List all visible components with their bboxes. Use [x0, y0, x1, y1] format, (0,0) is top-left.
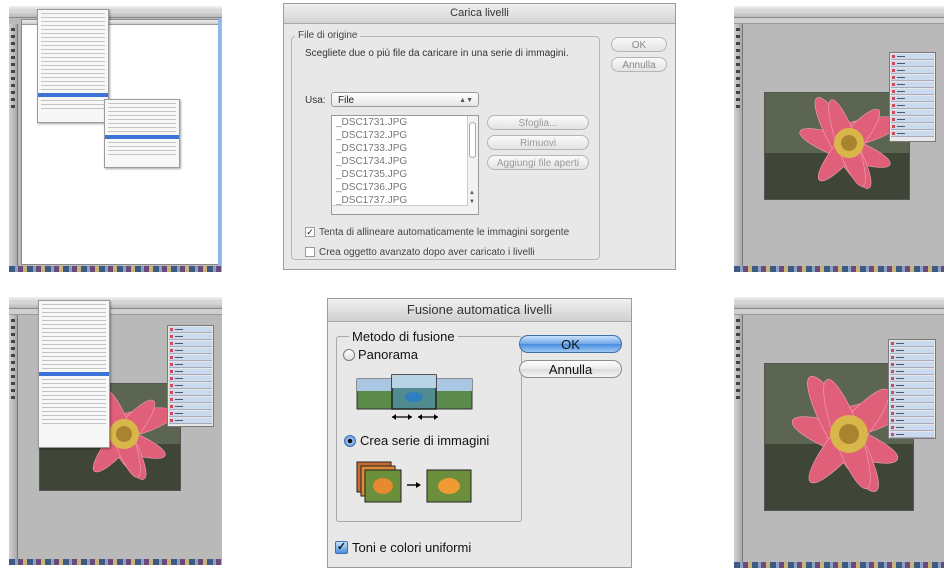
file-list[interactable]: _DSC1731.JPG _DSC1732.JPG _DSC1733.JPG _… [331, 115, 479, 215]
blend-method-legend: Metodo di fusione [349, 329, 458, 344]
file-list-item[interactable]: _DSC1733.JPG [332, 142, 478, 155]
use-select[interactable]: File ▲▼ [331, 92, 479, 107]
file-list-item[interactable]: _DSC1734.JPG [332, 155, 478, 168]
layers-panel[interactable] [167, 325, 214, 427]
seamless-tones-checkbox[interactable]: ✓ [335, 541, 348, 554]
source-files-legend: File di origine [295, 30, 361, 41]
panorama-label: Panorama [358, 347, 418, 362]
ok-button[interactable]: OK [519, 335, 622, 353]
stack-images-radio[interactable] [344, 435, 356, 447]
auto-align-checkbox[interactable]: ✓ [305, 227, 315, 237]
cancel-button[interactable]: Annulla [611, 57, 667, 72]
add-open-files-button[interactable]: Aggiungi file aperti [487, 155, 589, 170]
scroll-up-icon[interactable]: ▲ [469, 190, 475, 196]
stack-illustration-icon [355, 460, 475, 508]
tools-panel[interactable] [734, 315, 743, 562]
options-bar [734, 11, 944, 18]
panorama-radio[interactable] [343, 349, 355, 361]
smart-object-checkbox[interactable] [305, 247, 315, 257]
use-select-value: File [338, 95, 355, 106]
checkmark-icon: ✓ [306, 227, 314, 237]
remove-button[interactable]: Rimuovi [487, 135, 589, 150]
file-menu-dropdown[interactable] [37, 9, 109, 123]
dock[interactable] [9, 266, 222, 272]
screenshot-scripts-menu [9, 6, 222, 272]
dock[interactable] [9, 559, 222, 565]
screenshot-blended-result [734, 297, 944, 568]
checkmark-icon: ✓ [336, 541, 347, 553]
panorama-illustration-icon [356, 371, 474, 425]
file-list-item[interactable]: _DSC1731.JPG [332, 116, 478, 129]
dialog-title: Fusione automatica livelli [328, 299, 631, 322]
tools-panel[interactable] [9, 315, 18, 559]
cancel-button[interactable]: Annulla [519, 360, 622, 378]
layers-panel[interactable] [888, 339, 936, 439]
file-list-item[interactable]: _DSC1732.JPG [332, 129, 478, 142]
scrollbar-thumb[interactable] [469, 122, 476, 158]
scroll-strip [218, 18, 221, 266]
seamless-tones-label: Toni e colori uniformi [352, 540, 472, 555]
browse-button[interactable]: Sfoglia... [487, 115, 589, 130]
smart-object-label: Crea oggetto avanzato dopo aver caricato… [319, 247, 535, 258]
document-tabs[interactable] [734, 18, 944, 24]
layers-panel[interactable] [889, 52, 936, 142]
scroll-down-icon[interactable]: ▼ [469, 199, 475, 205]
document-tabs[interactable] [734, 309, 944, 315]
file-list-horizontal-scrollbar[interactable] [332, 205, 468, 214]
dock[interactable] [734, 562, 944, 568]
dialog-title: Carica livelli [284, 4, 675, 24]
file-list-item[interactable]: _DSC1736.JPG [332, 181, 478, 194]
options-bar [734, 302, 944, 309]
auto-align-label: Tenta di allineare automaticamente le im… [319, 227, 570, 238]
screenshot-edit-menu [9, 297, 222, 565]
dock[interactable] [734, 266, 944, 272]
scripts-submenu[interactable] [104, 99, 180, 168]
instructions-text: Scegliete due o più file da caricare in … [305, 48, 569, 59]
ok-button[interactable]: OK [611, 37, 667, 52]
tools-panel[interactable] [734, 24, 743, 266]
tools-panel[interactable] [9, 24, 18, 266]
screenshot-layers-loaded [734, 6, 944, 272]
use-label: Usa: [305, 95, 326, 106]
file-list-item[interactable]: _DSC1735.JPG [332, 168, 478, 181]
file-list-vertical-scrollbar[interactable]: ▲ ▼ [467, 116, 478, 214]
updown-arrows-icon: ▲▼ [459, 97, 473, 104]
stack-images-label: Crea serie di immagini [360, 433, 490, 448]
edit-menu-dropdown[interactable] [38, 300, 110, 448]
